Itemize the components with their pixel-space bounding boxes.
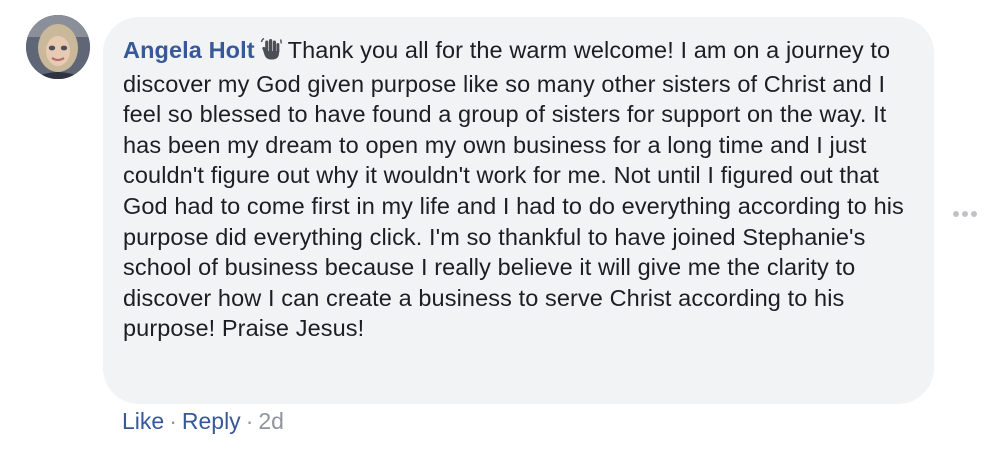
waving-hand-icon bbox=[260, 37, 282, 69]
like-button[interactable]: Like bbox=[122, 408, 164, 434]
comment-actions: Like · Reply · 2d bbox=[122, 406, 284, 436]
more-options-icon[interactable] bbox=[951, 207, 979, 221]
separator: · bbox=[245, 408, 254, 434]
profile-photo bbox=[26, 15, 90, 79]
separator: · bbox=[169, 408, 177, 434]
comment-bubble: Angela Holt Thank you all for the warm we… bbox=[103, 17, 934, 404]
comment-timestamp[interactable]: 2d bbox=[258, 408, 284, 434]
comment-body: Thank you all for the warm welcome! I am… bbox=[123, 37, 904, 342]
reply-button[interactable]: Reply bbox=[182, 408, 241, 434]
avatar[interactable] bbox=[26, 15, 90, 79]
comment-author-link[interactable]: Angela Holt bbox=[123, 37, 255, 63]
comment-text: Angela Holt Thank you all for the warm we… bbox=[123, 35, 910, 344]
